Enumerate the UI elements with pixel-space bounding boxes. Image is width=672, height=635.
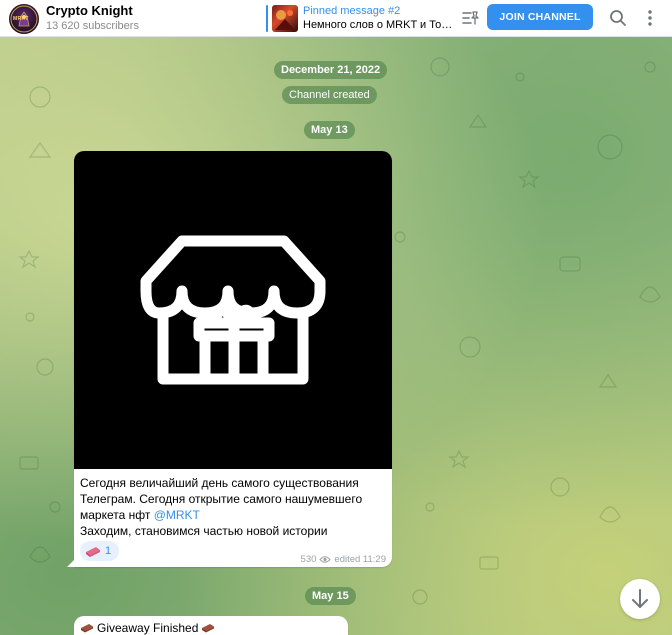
join-channel-button[interactable]: JOIN CHANNEL xyxy=(487,4,593,30)
pinned-title[interactable]: Pinned message #2 xyxy=(303,4,400,18)
post-text: Giveaway Finished xyxy=(80,621,215,635)
reaction-count: 1 xyxy=(105,545,112,557)
date-separator: May 13 xyxy=(304,121,355,139)
avatar-label: MRKT xyxy=(13,16,29,22)
pinned-image-icon xyxy=(275,10,295,30)
market-store-icon xyxy=(140,235,326,385)
giveaway-title: Giveaway Finished xyxy=(97,621,199,635)
channel-post[interactable]: Сегодня величайший день самого существов… xyxy=(67,151,392,567)
post-text: Сегодня величайший день самого существов… xyxy=(80,475,386,539)
bubble-tail xyxy=(67,559,75,567)
chat-background[interactable]: December 21, 2022 Channel created May 13… xyxy=(0,37,672,635)
post-line: маркета нфт @MRKT xyxy=(80,507,386,523)
pinned-thumbnail[interactable] xyxy=(272,5,298,32)
channel-title-block[interactable]: Crypto Knight 13 620 subscribers xyxy=(46,3,139,33)
post-line: Сегодня величайший день самого существов… xyxy=(80,476,359,490)
view-count: 530 xyxy=(300,554,317,565)
channel-header: MRKT Crypto Knight 13 620 subscribers Pi… xyxy=(0,0,672,37)
post-line-text: маркета нфт xyxy=(80,508,154,522)
channel-post[interactable]: Giveaway Finished xyxy=(74,616,348,635)
brick-emoji-icon xyxy=(86,547,100,557)
date-separator: December 21, 2022 xyxy=(274,61,388,79)
edited-time: edited 11:29 xyxy=(334,554,386,565)
pinned-list-icon[interactable] xyxy=(460,8,480,28)
post-line: Заходим, становимся частью новой истории xyxy=(80,524,328,538)
post-meta: 530 edited 11:29 xyxy=(301,554,386,565)
post-line: Телеграм. Сегодня открытие самого нашуме… xyxy=(80,492,363,506)
pinned-text[interactable]: Немного слов о MRKT и Топ... xyxy=(303,18,453,32)
date-separator: May 15 xyxy=(305,587,356,605)
channel-avatar[interactable]: MRKT xyxy=(9,4,39,34)
brick-emoji-icon xyxy=(81,624,93,633)
brick-emoji-icon xyxy=(202,624,215,633)
post-image[interactable] xyxy=(74,151,392,469)
channel-name: Crypto Knight xyxy=(46,3,133,18)
arrow-down-icon xyxy=(632,589,648,608)
search-icon[interactable] xyxy=(608,8,628,28)
reaction-chip[interactable]: 1 xyxy=(80,541,120,561)
pinned-divider xyxy=(266,5,268,32)
eye-icon xyxy=(319,556,332,563)
more-options-icon[interactable] xyxy=(640,8,660,28)
system-message: Channel created xyxy=(282,86,377,104)
mrkt-mention-link[interactable]: @MRKT xyxy=(154,508,200,522)
scroll-to-bottom-button[interactable] xyxy=(620,579,660,619)
subscriber-count: 13 620 subscribers xyxy=(46,20,139,32)
